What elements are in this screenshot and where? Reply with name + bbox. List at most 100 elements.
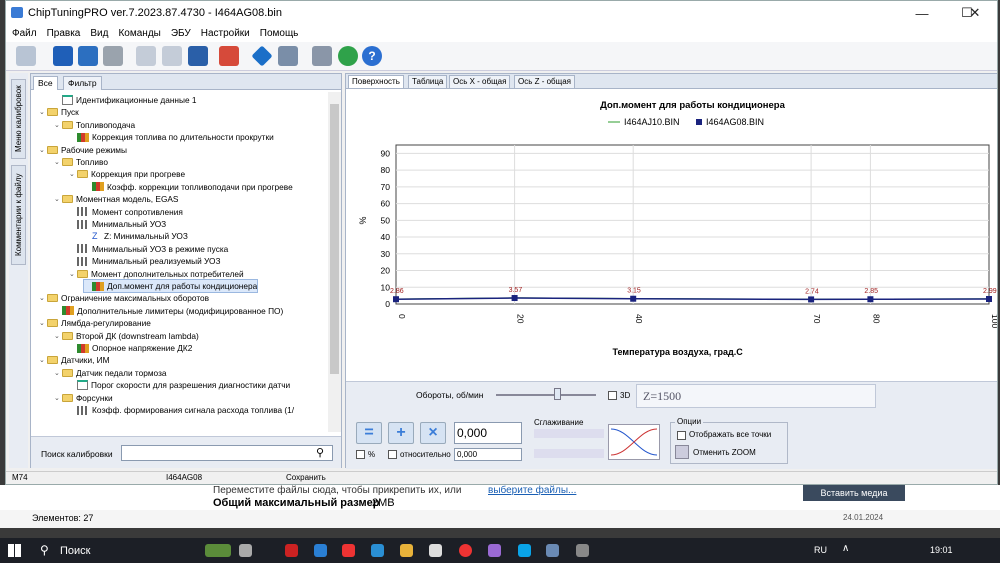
yandex-browser-icon[interactable] bbox=[459, 544, 472, 557]
tree-node[interactable]: ⌄ Лямбда-регулирование bbox=[39, 317, 151, 329]
scroll-thumb[interactable] bbox=[330, 104, 339, 374]
expand-chevron-icon[interactable]: ⌄ bbox=[54, 195, 60, 203]
3d-checkbox[interactable] bbox=[608, 391, 617, 400]
app-red-icon[interactable] bbox=[285, 544, 298, 557]
expand-chevron-icon[interactable]: ⌄ bbox=[39, 356, 45, 364]
taskbar-search-icon[interactable]: ⚲ bbox=[40, 543, 49, 557]
taskbar-search-label[interactable]: Поиск bbox=[60, 545, 90, 557]
expand-chevron-icon[interactable]: ⌄ bbox=[39, 146, 45, 154]
tab-calibration-menu[interactable]: Меню калибровок bbox=[11, 79, 26, 159]
expand-chevron-icon[interactable]: ⌄ bbox=[54, 394, 60, 402]
menu-commands[interactable]: Команды bbox=[118, 28, 160, 39]
smoothing-slider-2[interactable] bbox=[534, 449, 604, 458]
tree-node[interactable]: ⌄ Коррекция при прогреве bbox=[69, 168, 185, 180]
app-purple-icon[interactable] bbox=[488, 544, 501, 557]
tree-node[interactable]: Порог скорости для разрешения диагностик… bbox=[69, 379, 290, 391]
calculator-icon[interactable] bbox=[576, 544, 589, 557]
insert-media-button[interactable]: Вставить медиа bbox=[803, 485, 905, 501]
tree-node[interactable]: Минимальный реализуемый УОЗ bbox=[69, 255, 221, 267]
close-button[interactable]: ✕ bbox=[952, 1, 997, 25]
expand-chevron-icon[interactable]: ⌄ bbox=[39, 319, 45, 327]
menu-view[interactable]: Вид bbox=[90, 28, 108, 39]
minimize-button[interactable]: — bbox=[899, 1, 945, 25]
menu-ecu[interactable]: ЭБУ bbox=[171, 28, 191, 39]
tree-node[interactable]: ⌄ Рабочие режимы bbox=[39, 144, 127, 156]
update-icon[interactable] bbox=[338, 46, 358, 66]
tree-node[interactable]: Доп.момент для работы кондиционера bbox=[82, 279, 259, 293]
checksum-icon[interactable] bbox=[219, 46, 239, 66]
windows-start-icon[interactable] bbox=[8, 544, 21, 557]
menu-edit[interactable]: Правка bbox=[47, 28, 81, 39]
tree-node[interactable]: ⌄ Датчики, ИМ bbox=[39, 354, 110, 366]
tree-scrollbar[interactable] bbox=[328, 92, 341, 432]
copy-icon[interactable] bbox=[136, 46, 156, 66]
compare-icon[interactable] bbox=[251, 45, 273, 67]
tree-node[interactable]: ⌄ Ограничение максимальных оборотов bbox=[39, 292, 209, 304]
expand-chevron-icon[interactable]: ⌄ bbox=[39, 294, 45, 302]
expand-chevron-icon[interactable]: ⌄ bbox=[54, 158, 60, 166]
search-icon[interactable] bbox=[278, 46, 298, 66]
tree-node[interactable]: ⌄ Второй ДК (downstream lambda) bbox=[54, 330, 199, 342]
tree-node[interactable]: Z Z: Минимальный УОЗ bbox=[84, 230, 188, 242]
help-icon[interactable]: ? bbox=[362, 46, 382, 66]
clock-time[interactable]: 19:01 bbox=[930, 545, 953, 555]
tree-node[interactable]: ⌄ Топливо bbox=[54, 156, 108, 168]
tree-node[interactable]: Минимальный УОЗ в режиме пуска bbox=[69, 243, 228, 255]
expand-chevron-icon[interactable]: ⌄ bbox=[69, 170, 75, 178]
tab-all[interactable]: Все bbox=[33, 76, 58, 90]
relative-checkbox[interactable] bbox=[388, 450, 397, 459]
undo-icon[interactable] bbox=[188, 46, 208, 66]
skype-icon[interactable] bbox=[518, 544, 531, 557]
equal-button[interactable]: = bbox=[356, 422, 382, 444]
tree-node[interactable]: Дополнительные лимитеры (модифицированно… bbox=[54, 305, 283, 317]
menu-file[interactable]: Файл bbox=[12, 28, 37, 39]
add-button[interactable]: + bbox=[388, 422, 414, 444]
language-indicator[interactable]: RU bbox=[814, 545, 827, 555]
magnifier-icon[interactable]: ⚲ bbox=[316, 446, 324, 459]
print-icon[interactable] bbox=[103, 46, 123, 66]
expand-chevron-icon[interactable]: ⌄ bbox=[39, 108, 45, 116]
tab-surface[interactable]: Поверхность bbox=[348, 75, 404, 88]
tab-z-axis[interactable]: Ось Z - общая bbox=[514, 75, 576, 88]
mail-icon[interactable] bbox=[371, 544, 384, 557]
yandex-icon[interactable] bbox=[342, 544, 355, 557]
chiptuning-icon[interactable] bbox=[546, 544, 559, 557]
smoothing-preview-icon[interactable] bbox=[608, 424, 660, 460]
expand-chevron-icon[interactable]: ⌄ bbox=[54, 369, 60, 377]
menu-help[interactable]: Помощь bbox=[260, 28, 299, 39]
choose-files-link[interactable]: выберите файлы... bbox=[488, 485, 576, 496]
rpm-slider-thumb[interactable] bbox=[554, 388, 561, 400]
zoom-icon[interactable] bbox=[675, 445, 689, 459]
tree-node[interactable]: ⌄ Датчик педали тормоза bbox=[54, 367, 166, 379]
edge-icon[interactable] bbox=[314, 544, 327, 557]
tree-node[interactable]: ⌄ Моментная модель, EGAS bbox=[54, 193, 178, 205]
tree-node[interactable]: ⌄ Пуск bbox=[39, 106, 79, 118]
tab-table[interactable]: Таблица bbox=[408, 75, 448, 88]
explorer-icon[interactable] bbox=[400, 544, 413, 557]
chrome-icon[interactable] bbox=[429, 544, 442, 557]
tree-node[interactable]: ⌄ Топливоподача bbox=[54, 119, 135, 131]
smoothing-slider-1[interactable] bbox=[534, 429, 604, 438]
tree-node[interactable]: Коррекция топлива по длительности прокру… bbox=[69, 131, 274, 143]
tree-node[interactable]: ⌄ Момент дополнительных потребителей bbox=[69, 268, 244, 280]
tree-node[interactable]: Опорное напряжение ДК2 bbox=[69, 342, 192, 354]
menu-settings[interactable]: Настройки bbox=[201, 28, 250, 39]
relative-input[interactable]: 0,000 bbox=[454, 448, 522, 461]
tab-file-comments[interactable]: Комментарии к файлу bbox=[11, 165, 26, 265]
tree-node[interactable]: ⌄ Форсунки bbox=[54, 392, 113, 404]
undo-zoom-label[interactable]: Отменить ZOOM bbox=[693, 448, 756, 457]
expand-chevron-icon[interactable]: ⌄ bbox=[54, 332, 60, 340]
percent-checkbox[interactable] bbox=[356, 450, 365, 459]
tree-node[interactable]: Коэфф. коррекции топливоподачи при прогр… bbox=[84, 181, 293, 193]
save-as-icon[interactable] bbox=[78, 46, 98, 66]
rpm-slider-track[interactable] bbox=[496, 394, 596, 396]
save-icon[interactable] bbox=[53, 46, 73, 66]
task-view-icon[interactable] bbox=[239, 544, 252, 557]
tab-filter[interactable]: Фильтр bbox=[63, 76, 102, 90]
tray-chevron-icon[interactable]: ∧ bbox=[842, 543, 849, 554]
tab-x-axis[interactable]: Ось X - общая bbox=[449, 75, 511, 88]
expand-chevron-icon[interactable]: ⌄ bbox=[54, 121, 60, 129]
open-icon[interactable] bbox=[16, 46, 36, 66]
search-highlights-icon[interactable] bbox=[205, 544, 231, 557]
tree-node[interactable]: Коэфф. формирования сигнала расхода топл… bbox=[69, 404, 294, 416]
